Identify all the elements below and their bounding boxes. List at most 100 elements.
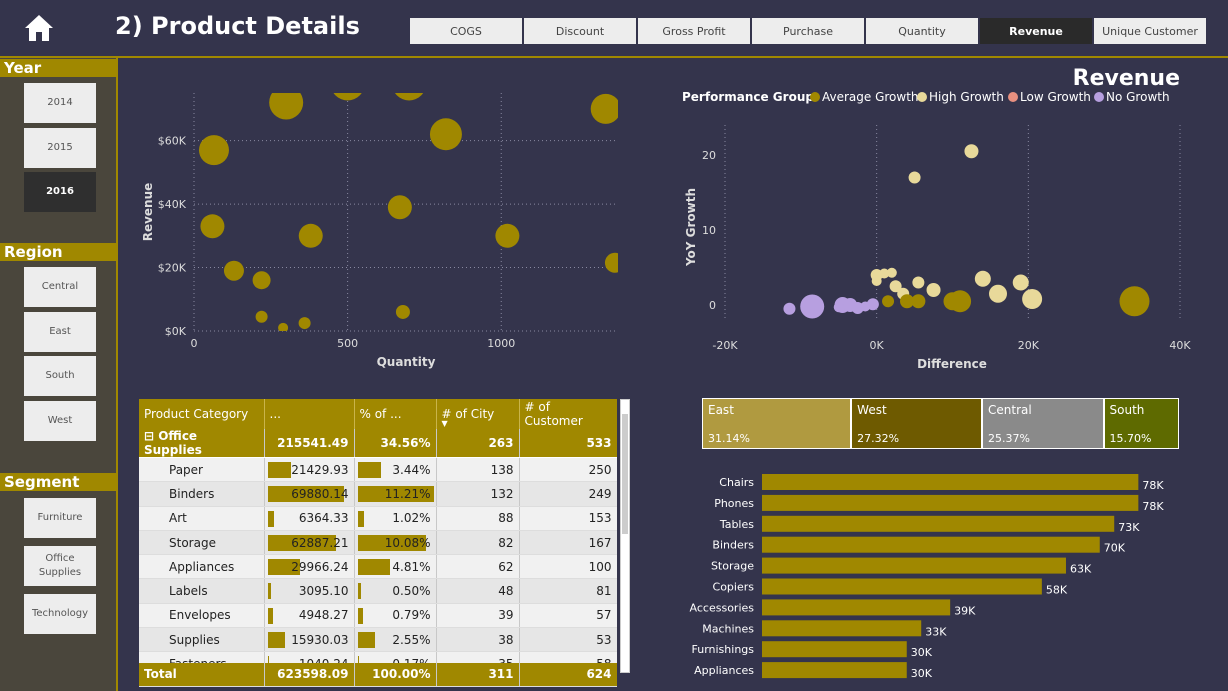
scatter-point[interactable] (200, 214, 225, 239)
legend-label[interactable]: Average Growth (822, 90, 919, 104)
scatter-point[interactable] (1012, 274, 1029, 291)
scatter-point[interactable] (908, 171, 921, 184)
scatter-point[interactable] (331, 75, 365, 101)
scatter-point[interactable] (298, 223, 323, 248)
scatter-point[interactable] (1119, 286, 1150, 317)
scatter-point[interactable] (912, 276, 925, 289)
tab-gross-profit[interactable]: Gross Profit (638, 18, 750, 44)
data-label: 70K (1104, 542, 1126, 555)
year-button-2015[interactable]: 2015 (24, 127, 96, 168)
scatter-point[interactable] (926, 283, 941, 297)
bar-phones[interactable] (762, 494, 1139, 511)
table-row[interactable]: Binders 69880.14 11.21% 132 249 (139, 481, 617, 507)
year-button-2016[interactable]: 2016 (24, 172, 96, 212)
scatter-point[interactable] (989, 284, 1007, 303)
home-icon[interactable] (22, 12, 56, 44)
table-row[interactable]: Envelopes 4948.27 0.79% 39 57 (139, 603, 617, 629)
segment-button-furniture[interactable]: Furniture (24, 498, 96, 538)
scatter-point[interactable] (911, 294, 926, 309)
legend-label[interactable]: No Growth (1106, 90, 1170, 104)
region-button-east[interactable]: East (24, 311, 96, 352)
table-row[interactable]: Paper 21429.93 3.44% 138 250 (139, 457, 617, 483)
scatter-point[interactable] (223, 260, 244, 281)
subcategory-revenue-bar[interactable]: Chairs 78K Phones 78K Tables 73K Binders 70K Sto… (660, 470, 1220, 685)
scrollbar-thumb[interactable] (622, 414, 628, 534)
revenue-quantity-scatter[interactable]: $0K $20K $40K $60K 0 500 1000 Quantity Revenue (130, 75, 625, 375)
category-label: Binders (712, 539, 754, 552)
segment-button-office-supplies[interactable]: Office Supplies (24, 546, 96, 586)
legend-label[interactable]: High Growth (929, 90, 1004, 104)
scatter-point[interactable] (871, 276, 882, 286)
bar-copiers[interactable] (762, 578, 1042, 595)
year-button-2014[interactable]: 2014 (24, 83, 96, 123)
scatter-point[interactable] (949, 290, 972, 313)
region-tile-central[interactable]: Central 25.37% (982, 398, 1104, 449)
category-label: Storage (711, 560, 754, 573)
data-label: 30K (911, 667, 933, 680)
sort-desc-icon[interactable]: ▼ (442, 419, 448, 428)
group-city: 263 (436, 429, 520, 458)
table-row[interactable]: Storage 62887.21 10.08% 82 167 (139, 530, 617, 556)
group-row[interactable]: ⊟ Office Supplies 215541.49 34.56% 263 533 (139, 429, 617, 458)
scatter-point[interactable] (255, 310, 268, 323)
scatter-point[interactable] (1022, 289, 1043, 309)
scatter-point[interactable] (395, 304, 410, 319)
table-row[interactable]: Labels 3095.10 0.50% 48 81 (139, 578, 617, 604)
scatter-point[interactable] (392, 75, 426, 101)
region-button-south[interactable]: South (24, 356, 96, 396)
region-tile-south[interactable]: South 15.70% (1103, 398, 1179, 449)
yoy-growth-scatter[interactable]: Revenue Performance Group Average Growth Hi… (660, 60, 1220, 380)
row-city: 62 (436, 554, 520, 580)
bar-binders[interactable] (762, 536, 1100, 553)
scatter-point[interactable] (387, 195, 412, 220)
bar-appliances[interactable] (762, 662, 907, 679)
tab-purchase[interactable]: Purchase (752, 18, 864, 44)
tab-quantity[interactable]: Quantity (866, 18, 978, 44)
tab-cogs[interactable]: COGS (410, 18, 522, 44)
scatter-point[interactable] (198, 135, 229, 166)
bar-furnishings[interactable] (762, 641, 907, 658)
column-header-of[interactable]: % of ... (354, 399, 437, 429)
bar-storage[interactable] (762, 557, 1066, 574)
bar-machines[interactable] (762, 620, 922, 637)
bar-tables[interactable] (762, 515, 1115, 532)
scatter-point[interactable] (833, 302, 844, 313)
x-axis-title: Quantity (377, 355, 436, 369)
scatter-point[interactable] (298, 317, 311, 330)
scatter-point[interactable] (974, 270, 991, 287)
scatter-point[interactable] (886, 267, 897, 278)
bar-accessories[interactable] (762, 599, 951, 616)
region-tile-pct: 31.14% (708, 432, 750, 445)
bar-chairs[interactable] (762, 474, 1139, 490)
column-header-product-category[interactable]: Product Category (139, 399, 265, 429)
table-row[interactable]: Appliances 29966.24 4.81% 62 100 (139, 554, 617, 580)
scatter-point[interactable] (604, 252, 625, 273)
scatter-point[interactable] (800, 294, 825, 319)
region-tile-east[interactable]: East 31.14% (702, 398, 852, 449)
scatter-point[interactable] (783, 302, 796, 315)
table-scrollbar[interactable] (620, 399, 630, 673)
scatter-point[interactable] (866, 298, 879, 311)
scatter-point[interactable] (882, 295, 895, 308)
table-row[interactable]: Supplies 15930.03 2.55% 38 53 (139, 627, 617, 653)
row-city: 138 (436, 457, 520, 483)
tab-unique-customer[interactable]: Unique Customer (1094, 18, 1206, 44)
column-header-of-city[interactable]: # of City ▼ (436, 399, 520, 429)
region-button-central[interactable]: Central (24, 267, 96, 307)
scatter-point[interactable] (964, 144, 979, 159)
scatter-point[interactable] (495, 223, 520, 248)
legend-label[interactable]: Low Growth (1020, 90, 1091, 104)
scatter-point[interactable] (590, 93, 621, 124)
scatter-point[interactable] (252, 271, 271, 290)
column-header-value[interactable]: ... (264, 399, 355, 429)
column-header-of-customer[interactable]: # of Customer (519, 399, 617, 429)
segment-button-technology[interactable]: Technology (24, 594, 96, 634)
scatter-point[interactable] (269, 86, 304, 120)
table-row[interactable]: Art 6364.33 1.02% 88 153 (139, 506, 617, 531)
tab-revenue[interactable]: Revenue (980, 18, 1092, 44)
row-pct: 0.50% (354, 578, 437, 604)
scatter-point[interactable] (429, 118, 462, 151)
region-button-west[interactable]: West (24, 400, 96, 441)
tab-discount[interactable]: Discount (524, 18, 636, 44)
region-tile-west[interactable]: West 27.32% (851, 398, 983, 449)
